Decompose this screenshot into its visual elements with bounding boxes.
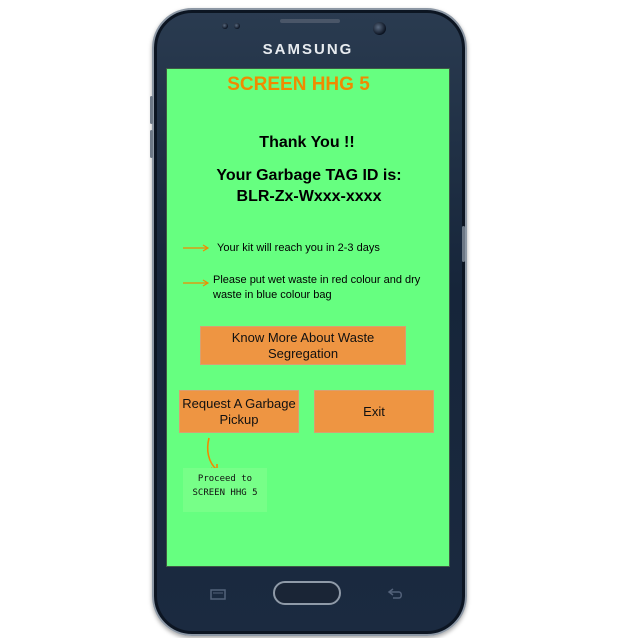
exit-button[interactable]: Exit — [314, 390, 434, 433]
home-button[interactable] — [273, 581, 341, 605]
tag-id-value: BLR-Zx-Wxxx-xxxx — [236, 188, 382, 205]
arrow-right-icon — [183, 244, 210, 252]
sensor-icon — [234, 23, 240, 29]
arrow-right-icon — [183, 279, 210, 287]
note-waste-segregation: Please put wet waste in red colour and d… — [213, 274, 421, 301]
front-camera-icon — [373, 22, 386, 35]
tag-id-label: Your Garbage TAG ID is: — [216, 167, 402, 184]
volume-button — [150, 130, 153, 158]
proceed-annotation: Proceed to SCREEN HHG 5 — [183, 468, 267, 512]
request-pickup-button[interactable]: Request A Garbage Pickup — [179, 390, 299, 433]
back-icon[interactable] — [386, 588, 404, 601]
proceed-line-1: Proceed to — [197, 474, 253, 484]
earpiece-speaker — [280, 19, 340, 23]
note-kit-delivery: Your kit will reach you in 2-3 days — [217, 242, 380, 254]
proceed-line-2: SCREEN HHG 5 — [192, 488, 258, 498]
sensor-icon — [222, 23, 228, 29]
power-button — [462, 226, 465, 262]
thank-you-heading: Thank You !! — [259, 134, 355, 151]
know-more-button[interactable]: Know More About Waste Segregation — [200, 326, 406, 365]
recent-apps-icon[interactable] — [210, 589, 228, 601]
screen-title: SCREEN HHG 5 — [227, 74, 370, 95]
volume-button — [150, 96, 153, 124]
brand-logo: SAMSUNG — [262, 41, 354, 58]
